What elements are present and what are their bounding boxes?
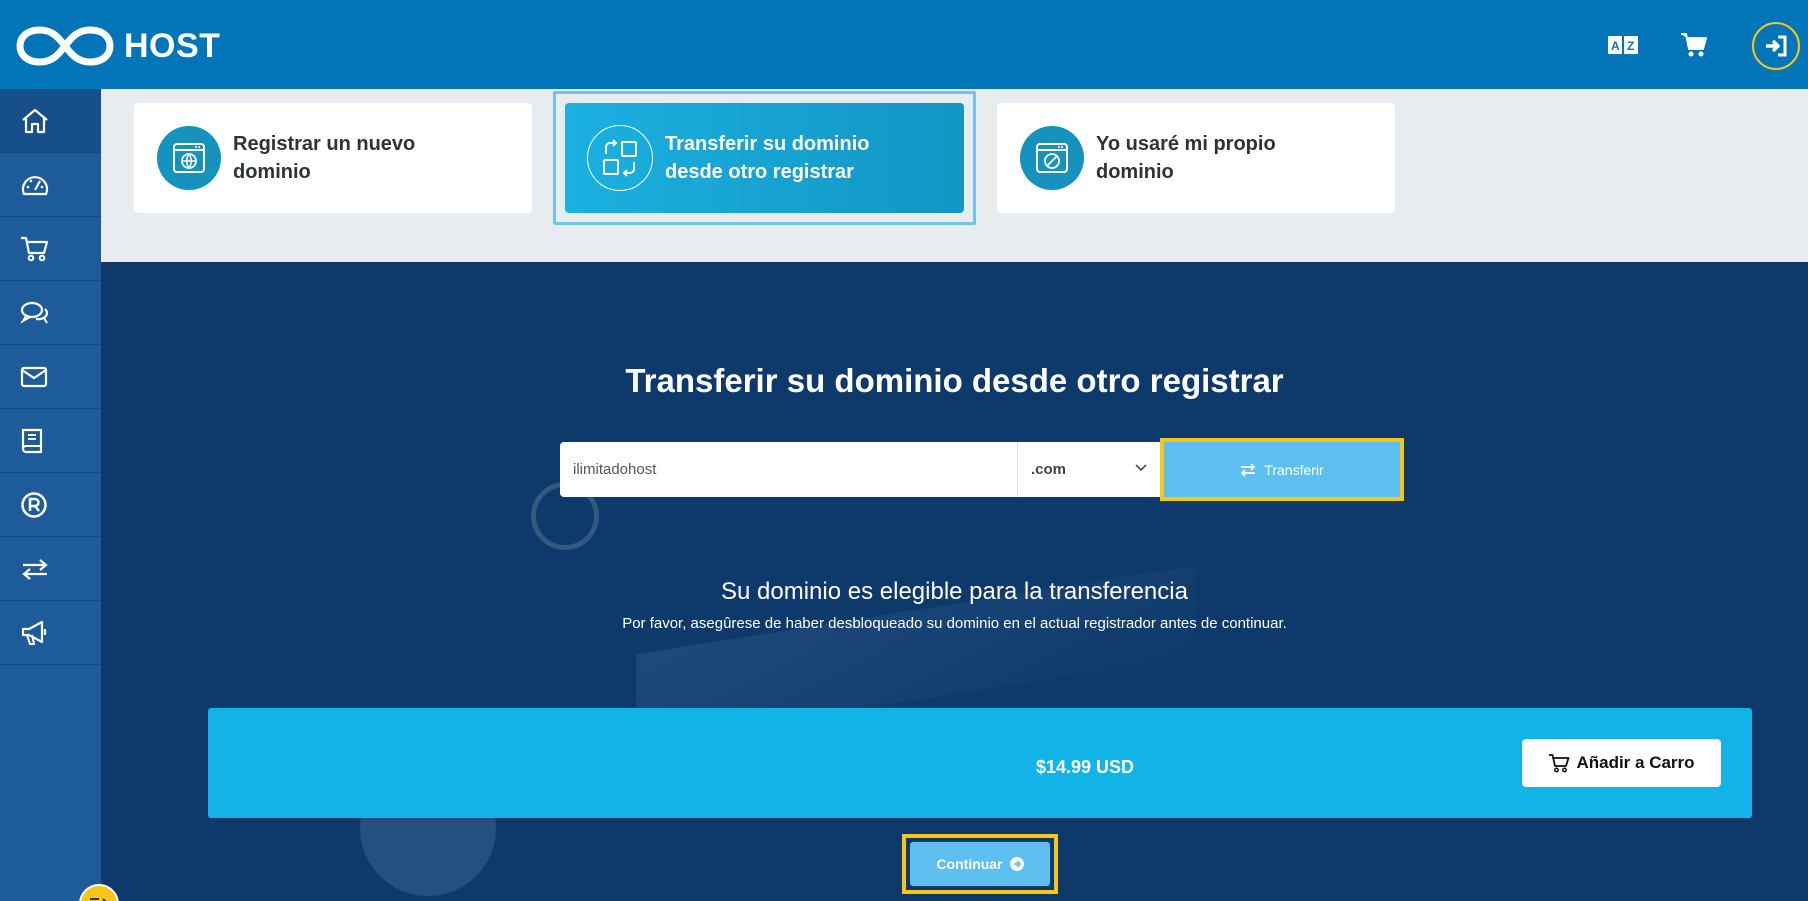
sidebar-item-transfer[interactable] bbox=[0, 537, 101, 601]
page-title: Transferir su dominio desde otro registr… bbox=[625, 362, 1284, 399]
own-domain-window-icon bbox=[1036, 143, 1068, 173]
login-icon bbox=[1766, 35, 1787, 57]
eligibility-title: Su dominio es elegible para la transfere… bbox=[721, 578, 1188, 605]
option-transfer-card[interactable]: Transferir su dominio desde otro registr… bbox=[565, 103, 964, 213]
option-transfer-domain-selected[interactable]: Transferir su dominio desde otro registr… bbox=[553, 91, 976, 225]
sidebar-item-cart[interactable] bbox=[0, 217, 101, 281]
book-icon bbox=[21, 428, 43, 453]
domain-search-row: .com bbox=[560, 442, 1160, 497]
brand-name: HOST bbox=[124, 26, 221, 65]
sidebar-item-knowledgebase[interactable] bbox=[0, 409, 101, 473]
sidebar-item-email[interactable] bbox=[0, 345, 101, 409]
transfer-button-label: Transferir bbox=[1264, 461, 1324, 478]
option-register-domain[interactable]: Registrar un nuevo dominio bbox=[134, 103, 532, 213]
top-header: HOST AZ bbox=[0, 0, 1808, 89]
login-button[interactable] bbox=[1752, 22, 1800, 70]
transfer-arrows-icon bbox=[1241, 462, 1256, 477]
option-icon-circle bbox=[587, 125, 653, 191]
dashboard-icon bbox=[21, 175, 49, 195]
chat-icon bbox=[20, 301, 49, 324]
continue-button-label: Continuar bbox=[936, 856, 1003, 872]
add-to-cart-label: Añadir a Carro bbox=[1576, 753, 1695, 772]
brand-logo[interactable]: HOST bbox=[16, 24, 220, 68]
price-bar bbox=[208, 708, 1752, 818]
tld-select[interactable]: .com bbox=[1017, 442, 1160, 497]
option-transfer-label: Transferir su dominio desde otro registr… bbox=[665, 133, 870, 183]
collapse-arrow-icon bbox=[90, 898, 107, 901]
globe-window-icon bbox=[173, 143, 205, 173]
cart-icon bbox=[21, 236, 49, 261]
transfer-button[interactable]: Transferir bbox=[1164, 442, 1400, 497]
transfer-squares-icon bbox=[603, 139, 637, 177]
home-icon bbox=[22, 108, 48, 133]
option-own-label: Yo usaré mi propio dominio bbox=[1096, 133, 1276, 183]
svg-text:A: A bbox=[1611, 39, 1620, 53]
sidebar bbox=[0, 89, 119, 901]
option-register-label: Registrar un nuevo dominio bbox=[233, 133, 416, 183]
arrow-right-circle-icon bbox=[1009, 857, 1024, 871]
chevron-down-icon bbox=[1135, 464, 1147, 472]
domain-input[interactable] bbox=[560, 442, 1017, 497]
transfer-icon bbox=[22, 558, 48, 580]
infinity-logo-icon bbox=[16, 26, 114, 66]
registered-icon bbox=[21, 491, 47, 518]
option-own-domain[interactable]: Yo usaré mi propio dominio bbox=[997, 103, 1395, 213]
price-value: $14.99 USD bbox=[1036, 757, 1135, 777]
option-icon-circle bbox=[157, 126, 221, 190]
mail-icon bbox=[20, 366, 48, 387]
tld-selected-value: .com bbox=[1031, 461, 1067, 478]
sidebar-item-registered[interactable] bbox=[0, 473, 101, 537]
sidebar-toggle-button[interactable] bbox=[79, 884, 119, 901]
eligibility-note: Por favor, asegûrese de haber desbloquea… bbox=[622, 615, 1287, 632]
option-icon-circle bbox=[1020, 126, 1084, 190]
add-to-cart-button[interactable]: Añadir a Carro bbox=[1522, 739, 1721, 787]
megaphone-icon bbox=[21, 620, 47, 645]
sidebar-item-dashboard[interactable] bbox=[0, 153, 101, 217]
translate-icon[interactable]: AZ bbox=[1606, 28, 1640, 62]
continue-button[interactable]: Continuar bbox=[910, 842, 1050, 886]
cart-icon[interactable] bbox=[1677, 28, 1711, 62]
sidebar-item-support[interactable] bbox=[0, 281, 101, 345]
sidebar-item-home[interactable] bbox=[0, 89, 101, 153]
sidebar-item-announcements[interactable] bbox=[0, 601, 101, 665]
cart-icon bbox=[1549, 754, 1570, 773]
domain-options-area: Registrar un nuevo dominio Transferir su… bbox=[101, 89, 1808, 262]
svg-text:Z: Z bbox=[1627, 39, 1634, 53]
